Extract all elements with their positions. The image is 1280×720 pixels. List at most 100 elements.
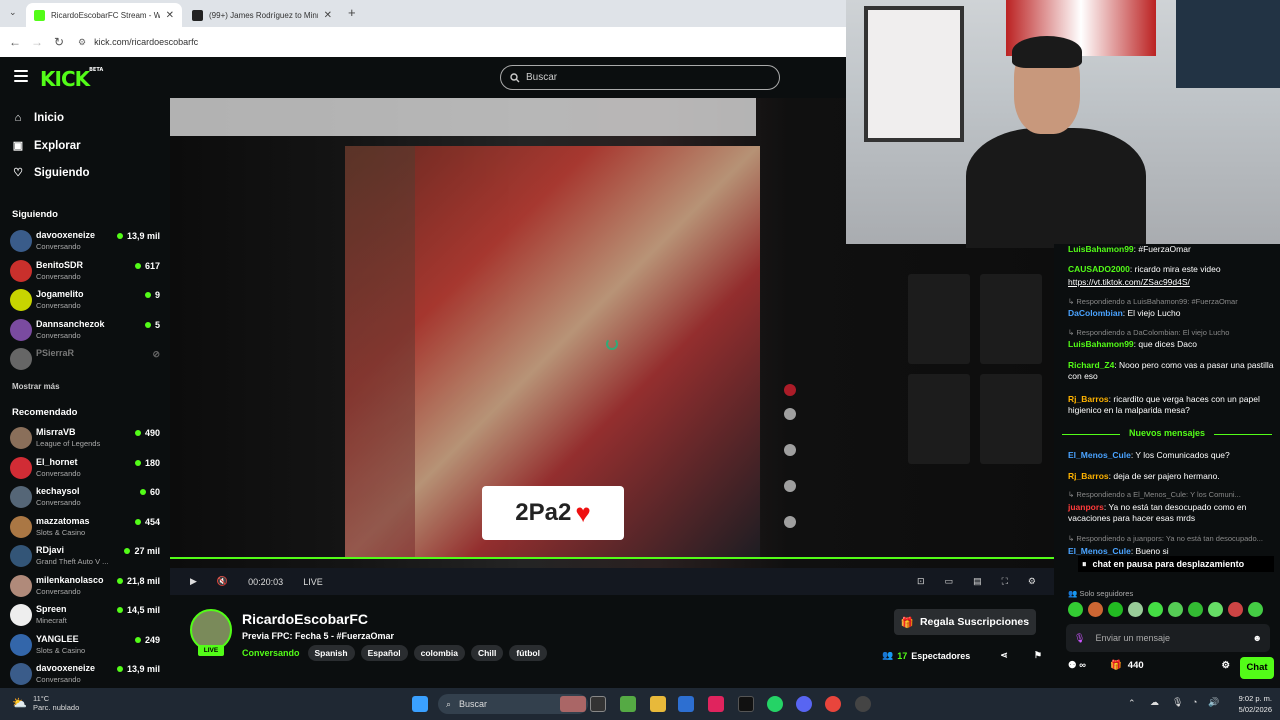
- back-icon[interactable]: ←: [4, 35, 26, 49]
- sidebar-channel[interactable]: kechaysol Conversando 60: [10, 484, 160, 512]
- chat-send-button[interactable]: Chat: [1240, 657, 1274, 679]
- chat-username[interactable]: Richard_Z4: [1068, 360, 1114, 370]
- tag[interactable]: Español: [360, 645, 408, 661]
- emote-icon[interactable]: [1188, 602, 1203, 617]
- reload-icon[interactable]: ↻: [48, 35, 70, 49]
- url-field[interactable]: ⚙ kick.com/ricardoescobarfc: [78, 37, 198, 48]
- sidebar-channel[interactable]: Spreen Minecraft 14,5 mil: [10, 602, 160, 630]
- store-icon[interactable]: [620, 696, 636, 712]
- sidebar-channel[interactable]: PSierraR ⊘: [10, 346, 160, 374]
- chat-username[interactable]: Rj_Barros: [1068, 471, 1109, 481]
- close-tab-icon[interactable]: ✕: [324, 10, 332, 21]
- menu-icon[interactable]: [14, 70, 28, 82]
- sidebar-channel[interactable]: Jogamelito Conversando 9: [10, 287, 160, 315]
- followers-only-text: Solo seguidores: [1079, 589, 1134, 598]
- weather-widget[interactable]: ⛅ 11°C Parc. nublado: [12, 694, 79, 712]
- users-infinity-icon[interactable]: ⚉ ∞: [1068, 660, 1086, 671]
- sidebar-channel[interactable]: davooxeneize Conversando 13,9 mil: [10, 228, 160, 256]
- sidebar-channel[interactable]: mazzatomas Slots & Casino 454: [10, 514, 160, 542]
- category-link[interactable]: Conversando: [242, 648, 300, 658]
- sidebar-channel[interactable]: MisrraVB League of Legends 490: [10, 425, 160, 453]
- task-view-icon[interactable]: [590, 696, 606, 712]
- more-options-icon[interactable]: ⚑: [1034, 650, 1042, 661]
- theater-icon[interactable]: ▭: [945, 576, 954, 587]
- sidebar-channel[interactable]: Dannsanchezok Conversando 5: [10, 317, 160, 345]
- sidebar-channel[interactable]: YANGLEE Slots & Casino 249: [10, 632, 160, 660]
- chat-username[interactable]: CAUSADO2000: [1068, 264, 1130, 274]
- sidebar-channel[interactable]: RDjavi Grand Theft Auto V ... 27 mil: [10, 543, 160, 571]
- browser-tab-active[interactable]: RicardoEscobarFC Stream - Wa ✕: [26, 3, 182, 27]
- clock[interactable]: 9:02 p. m. 5/02/2026: [1226, 693, 1272, 715]
- microphone-icon[interactable]: 🎙: [1074, 633, 1085, 644]
- show-more-link[interactable]: Mostrar más: [12, 382, 60, 391]
- whatsapp-icon[interactable]: [767, 696, 783, 712]
- settings-icon[interactable]: ⚙: [1028, 576, 1036, 587]
- nav-explore[interactable]: ▣ Explorar: [12, 139, 81, 153]
- avatar: [10, 230, 32, 252]
- channel-name: Jogamelito: [36, 289, 84, 299]
- nav-following[interactable]: ♡ Siguiendo: [12, 166, 90, 180]
- network-icon[interactable]: ☁: [1150, 697, 1159, 708]
- chat-link[interactable]: https://vt.tiktok.com/ZSac99d4S/: [1068, 277, 1190, 287]
- windows-start-icon[interactable]: [412, 696, 428, 712]
- chat-username[interactable]: juanpors: [1068, 502, 1104, 512]
- mail-icon[interactable]: [678, 696, 694, 712]
- chat-message: Richard_Z4: Nooo pero como vas a pasar u…: [1068, 360, 1274, 382]
- kick-logo[interactable]: KICKBETA: [40, 67, 103, 91]
- share-icon[interactable]: ⋖: [1000, 650, 1008, 661]
- chrome-icon[interactable]: [825, 696, 841, 712]
- tiktok-studio-icon[interactable]: [708, 696, 724, 712]
- emote-icon[interactable]: [1148, 602, 1163, 617]
- emote-icon[interactable]: [1088, 602, 1103, 617]
- new-tab-icon[interactable]: +: [348, 5, 356, 20]
- search-input[interactable]: Buscar: [500, 65, 780, 90]
- obs-icon[interactable]: [855, 696, 871, 712]
- system-tray-chevron-icon[interactable]: ⌃: [1128, 698, 1136, 709]
- emote-icon[interactable]: [1068, 602, 1083, 617]
- chat-paused-banner[interactable]: ⏸ chat en pausa para desplazamiento: [1078, 556, 1274, 572]
- tiktok-icon[interactable]: [738, 696, 754, 712]
- streamer-name[interactable]: RicardoEscobarFC: [242, 611, 368, 627]
- tag[interactable]: fútbol: [509, 645, 547, 661]
- emoji-icon[interactable]: ☻: [1253, 633, 1262, 643]
- chat-settings-icon[interactable]: ⚙: [1221, 660, 1230, 671]
- sidebar-channel[interactable]: milenkanolasco Conversando 21,8 mil: [10, 573, 160, 601]
- fullscreen-icon[interactable]: ⛶: [1002, 576, 1008, 587]
- file-explorer-icon[interactable]: [650, 696, 666, 712]
- chat-input[interactable]: 🎙 Enviar un mensaje ☻: [1066, 624, 1270, 652]
- mute-icon[interactable]: 🔇: [217, 576, 228, 587]
- site-info-icon[interactable]: ⚙: [78, 37, 86, 48]
- emote-icon[interactable]: [1108, 602, 1123, 617]
- emote-icon[interactable]: [1128, 602, 1143, 617]
- emote-icon[interactable]: [1248, 602, 1263, 617]
- sidebar-channel[interactable]: davooxeneize Conversando 13,9 mil: [10, 661, 160, 689]
- play-icon[interactable]: ▶: [190, 576, 197, 587]
- chat-username[interactable]: Rj_Barros: [1068, 394, 1109, 404]
- emote-icon[interactable]: [1168, 602, 1183, 617]
- clip-icon[interactable]: ⊡: [917, 576, 925, 587]
- pip-icon[interactable]: ▤: [973, 576, 982, 587]
- tag[interactable]: Chill: [470, 645, 504, 661]
- chat-username[interactable]: DaColombian: [1068, 308, 1123, 318]
- discord-icon[interactable]: [796, 696, 812, 712]
- chat-username[interactable]: LuisBahamon99: [1068, 244, 1134, 254]
- browser-tab[interactable]: (99+) James Rodríguez to Minne ✕: [184, 3, 340, 27]
- nav-home[interactable]: ⌂ Inicio: [12, 112, 64, 124]
- chat-username[interactable]: LuisBahamon99: [1068, 339, 1134, 349]
- tag[interactable]: colombia: [413, 645, 465, 661]
- microphone-icon[interactable]: 🎙: [1172, 697, 1183, 708]
- volume-icon[interactable]: 🔊: [1208, 697, 1219, 708]
- chat-username[interactable]: El_Menos_Cule: [1068, 546, 1131, 556]
- sidebar-channel[interactable]: BenitoSDR Conversando 617: [10, 258, 160, 286]
- forward-icon[interactable]: →: [26, 35, 48, 49]
- tab-list-chevron-icon[interactable]: ⌄: [9, 7, 17, 18]
- live-dot-icon: [134, 518, 141, 525]
- chat-username[interactable]: El_Menos_Cule: [1068, 450, 1131, 460]
- wifi-icon[interactable]: ◔: [1192, 697, 1197, 707]
- emote-icon[interactable]: [1228, 602, 1243, 617]
- gift-subs-button[interactable]: 🎁 Regala Suscripciones: [894, 609, 1036, 635]
- emote-icon[interactable]: [1208, 602, 1223, 617]
- sidebar-channel[interactable]: El_hornet Conversando 180: [10, 455, 160, 483]
- tag[interactable]: Spanish: [307, 645, 355, 661]
- close-tab-icon[interactable]: ✕: [166, 10, 174, 21]
